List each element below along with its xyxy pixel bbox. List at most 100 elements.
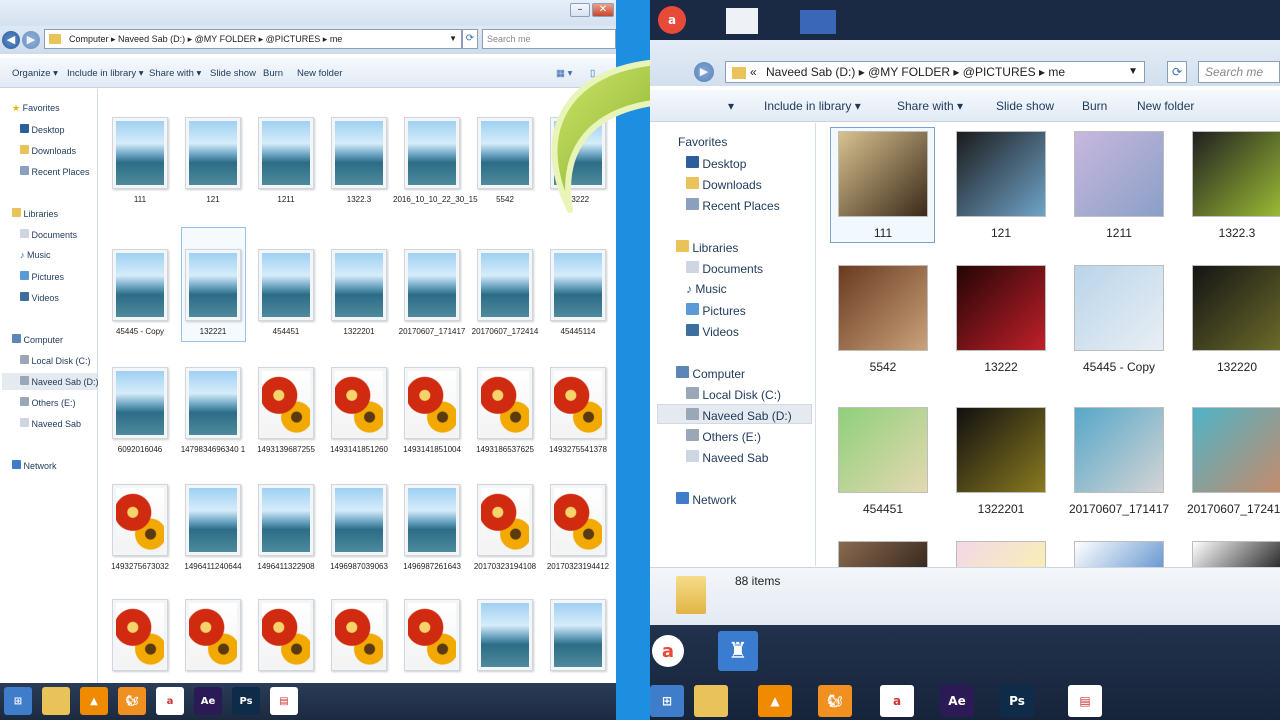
share-with-button[interactable]: Share with ▾ — [149, 68, 201, 79]
crumb-folder3[interactable]: me — [330, 34, 343, 44]
nav-libraries[interactable]: Libraries — [12, 208, 58, 219]
photo-thumbnail[interactable] — [956, 131, 1046, 217]
nav-libraries[interactable]: Libraries — [676, 240, 738, 255]
file-thumbnail[interactable] — [331, 367, 387, 439]
photo-thumbnail[interactable] — [956, 407, 1046, 493]
nav-music[interactable]: ♪ Music — [686, 282, 727, 296]
crumb-folder1[interactable]: @MY FOLDER — [195, 34, 256, 44]
file-thumbnail[interactable] — [112, 484, 168, 556]
file-thumbnail[interactable] — [258, 599, 314, 671]
share-with-button[interactable]: Share with ▾ — [897, 99, 963, 113]
nav-favorites[interactable]: Favorites — [678, 135, 727, 149]
file-thumbnail[interactable] — [477, 367, 533, 439]
nav-music[interactable]: ♪ Music — [20, 250, 51, 260]
file-thumbnail[interactable] — [185, 599, 241, 671]
taskbar-vlc-icon[interactable]: ▲ — [80, 687, 108, 715]
new-folder-button[interactable]: New folder — [297, 68, 342, 79]
app-a-desktop-icon[interactable]: a — [652, 635, 684, 667]
file-thumbnail[interactable] — [477, 249, 533, 321]
file-thumbnail[interactable] — [550, 367, 606, 439]
burn-button[interactable]: Burn — [263, 68, 283, 79]
taskbar-explorer-icon[interactable] — [694, 685, 728, 717]
taskbar-app-a-icon[interactable]: a — [156, 687, 184, 715]
taskbar-app-a-icon[interactable]: a — [880, 685, 914, 717]
file-thumbnail[interactable] — [112, 367, 168, 439]
taskbar-vlc-icon[interactable]: ▲ — [758, 685, 792, 717]
nav-recent-places[interactable]: Recent Places — [20, 166, 90, 177]
nav-naveed-d[interactable]: Naveed Sab (D:) — [686, 408, 792, 423]
file-thumbnail[interactable] — [185, 484, 241, 556]
crumb-computer[interactable]: Computer — [69, 34, 109, 44]
crumb-folder2[interactable]: @PICTURES — [963, 65, 1036, 79]
nav-naveed-sab[interactable]: Naveed Sab — [686, 450, 768, 465]
organize-dropdown-icon[interactable]: ▾ — [728, 99, 734, 113]
nav-local-disk[interactable]: Local Disk (C:) — [686, 387, 781, 402]
photo-thumbnail[interactable] — [1074, 407, 1164, 493]
file-thumbnail[interactable] — [331, 484, 387, 556]
file-thumbnail[interactable] — [331, 599, 387, 671]
taskbar-start-icon[interactable]: ⊞ — [4, 687, 32, 715]
refresh-button[interactable]: ⟳ — [462, 29, 478, 49]
file-thumbnail[interactable] — [550, 599, 606, 671]
castle-icon[interactable]: ♜ — [718, 631, 758, 671]
photo-thumbnail[interactable] — [956, 265, 1046, 351]
file-thumbnail[interactable] — [404, 117, 460, 189]
nav-downloads[interactable]: Downloads — [686, 177, 762, 192]
taskbar-ps-icon[interactable]: Ps — [1000, 685, 1034, 717]
taskbar-ps-icon[interactable]: Ps — [232, 687, 260, 715]
file-thumbnail[interactable] — [477, 599, 533, 671]
file-thumbnail[interactable] — [404, 367, 460, 439]
photo-thumbnail[interactable] — [838, 265, 928, 351]
new-folder-button[interactable]: New folder — [1137, 99, 1194, 113]
refresh-button[interactable]: ⟳ — [1167, 61, 1187, 83]
slide-show-button[interactable]: Slide show — [996, 99, 1054, 113]
file-thumbnail[interactable] — [331, 249, 387, 321]
file-thumbnail[interactable] — [112, 599, 168, 671]
crumb-folder3[interactable]: me — [1048, 65, 1065, 79]
nav-local-disk[interactable]: Local Disk (C:) — [20, 355, 91, 366]
crumb-drive[interactable]: Naveed Sab (D:) — [766, 65, 855, 79]
taskbar-uc-icon[interactable]: 🐿 — [818, 685, 852, 717]
nav-recent-places[interactable]: Recent Places — [686, 198, 780, 213]
include-library-button[interactable]: Include in library ▾ — [67, 68, 144, 79]
file-thumbnail[interactable] — [331, 117, 387, 189]
right-search-input[interactable]: Search me — [1198, 61, 1280, 83]
taskbar-doc-icon[interactable]: ▤ — [1068, 685, 1102, 717]
photo-thumbnail[interactable] — [1192, 407, 1280, 493]
photo-thumbnail[interactable] — [1192, 541, 1280, 568]
file-thumbnail[interactable] — [185, 249, 241, 321]
right-file-view[interactable]: 111 121 1211 1322.3 5542 13222 45445 - Copy 132… — [817, 123, 1280, 568]
crumb-folder1[interactable]: @MY FOLDER — [868, 65, 950, 79]
file-thumbnail[interactable] — [112, 249, 168, 321]
file-thumbnail[interactable] — [477, 117, 533, 189]
file-thumbnail[interactable] — [185, 367, 241, 439]
photo-thumbnail[interactable] — [1074, 131, 1164, 217]
photo-thumbnail[interactable] — [838, 131, 928, 217]
desktop-document-icon[interactable] — [726, 8, 758, 34]
taskbar-start-icon[interactable]: ⊞ — [650, 685, 684, 717]
photo-thumbnail[interactable] — [1192, 131, 1280, 217]
file-thumbnail[interactable] — [112, 117, 168, 189]
file-thumbnail[interactable] — [258, 367, 314, 439]
photo-thumbnail[interactable] — [1074, 541, 1164, 568]
nav-computer[interactable]: Computer — [12, 334, 63, 345]
taskbar-explorer-icon[interactable] — [42, 687, 70, 715]
file-thumbnail[interactable] — [404, 249, 460, 321]
photo-thumbnail[interactable] — [956, 541, 1046, 568]
file-thumbnail[interactable] — [550, 484, 606, 556]
file-thumbnail[interactable] — [185, 117, 241, 189]
photo-thumbnail[interactable] — [838, 541, 928, 568]
app-a-icon[interactable]: a — [658, 6, 686, 34]
nav-favorites[interactable]: ★ Favorites — [12, 103, 60, 114]
file-thumbnail[interactable] — [258, 249, 314, 321]
taskbar-doc-icon[interactable]: ▤ — [270, 687, 298, 715]
file-thumbnail[interactable] — [404, 599, 460, 671]
nav-network[interactable]: Network — [676, 492, 736, 507]
crumb-folder2[interactable]: @PICTURES — [266, 34, 321, 44]
nav-videos[interactable]: Videos — [20, 292, 59, 303]
photo-thumbnail[interactable] — [1192, 265, 1280, 351]
file-thumbnail[interactable] — [258, 484, 314, 556]
nav-pictures[interactable]: Pictures — [20, 271, 64, 282]
left-address-bar[interactable]: Computer ▸ Naveed Sab (D:) ▸ @MY FOLDER … — [44, 29, 462, 49]
nav-naveed-sab[interactable]: Naveed Sab — [20, 418, 81, 429]
